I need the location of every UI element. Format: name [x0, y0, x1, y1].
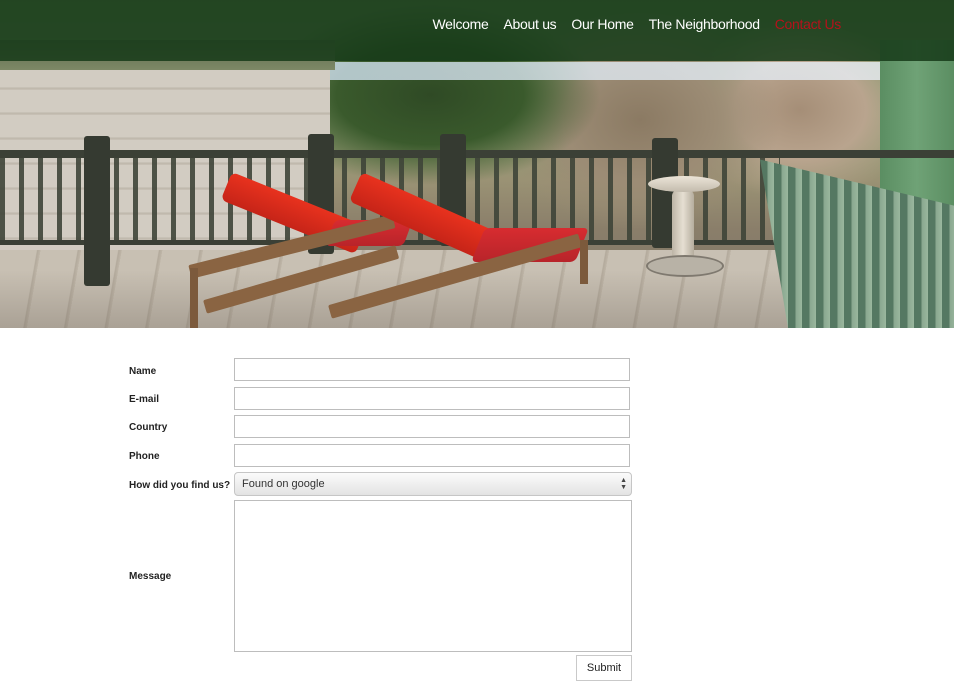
email-label: E-mail [129, 393, 160, 405]
country-field[interactable] [234, 415, 630, 438]
message-label: Message [129, 571, 172, 582]
form-row-source: How did you find us? Found on google ▲ ▼ [129, 472, 632, 501]
nav-item-our-home: Our Home [571, 16, 633, 32]
nav-item-welcome: Welcome [433, 16, 489, 32]
name-label: Name [129, 366, 157, 377]
form-row-name: Name [129, 358, 632, 387]
railing-top [0, 150, 954, 158]
name-field[interactable] [234, 358, 630, 381]
form-row-email: E-mail [129, 386, 632, 416]
form-row-country: Country [129, 415, 632, 444]
select-arrows-icon: ▲ ▼ [620, 477, 627, 491]
source-select-value: Found on google [242, 478, 325, 490]
nav-item-contact: Contact Us [775, 16, 842, 32]
email-field[interactable] [234, 386, 630, 410]
nav-link-about-us[interactable]: About us [504, 16, 557, 32]
fountain-base [646, 255, 724, 277]
message-field[interactable] [234, 500, 632, 652]
lounge-chair-leg [580, 240, 588, 284]
phone-label: Phone [129, 450, 160, 462]
nav-link-our-home[interactable]: Our Home [571, 16, 633, 32]
sky-band [330, 62, 880, 80]
country-label: Country [129, 422, 168, 433]
phone-field[interactable] [234, 443, 630, 467]
nav-link-welcome[interactable]: Welcome [433, 16, 489, 32]
submit-button[interactable]: Submit [576, 655, 632, 681]
fountain-stem [672, 190, 694, 260]
source-select[interactable]: Found on google ▲ ▼ [234, 472, 632, 496]
nav-menu: Welcome About us Our Home The Neighborho… [433, 16, 842, 32]
source-label: How did you find us? [129, 480, 231, 491]
nav-link-neighborhood[interactable]: The Neighborhood [649, 16, 760, 32]
nav-item-about: About us [504, 16, 557, 32]
form-row-phone: Phone [129, 443, 632, 473]
railing-post [84, 136, 110, 286]
lounge-chair-leg [190, 268, 198, 328]
nav-item-neighborhood: The Neighborhood [649, 16, 760, 32]
contact-form: Name E-mail Country Phone How did you fi… [129, 358, 632, 681]
fountain-bowl [648, 176, 720, 192]
top-navbar: Welcome About us Our Home The Neighborho… [0, 0, 954, 61]
nav-link-contact-us[interactable]: Contact Us [775, 16, 842, 32]
